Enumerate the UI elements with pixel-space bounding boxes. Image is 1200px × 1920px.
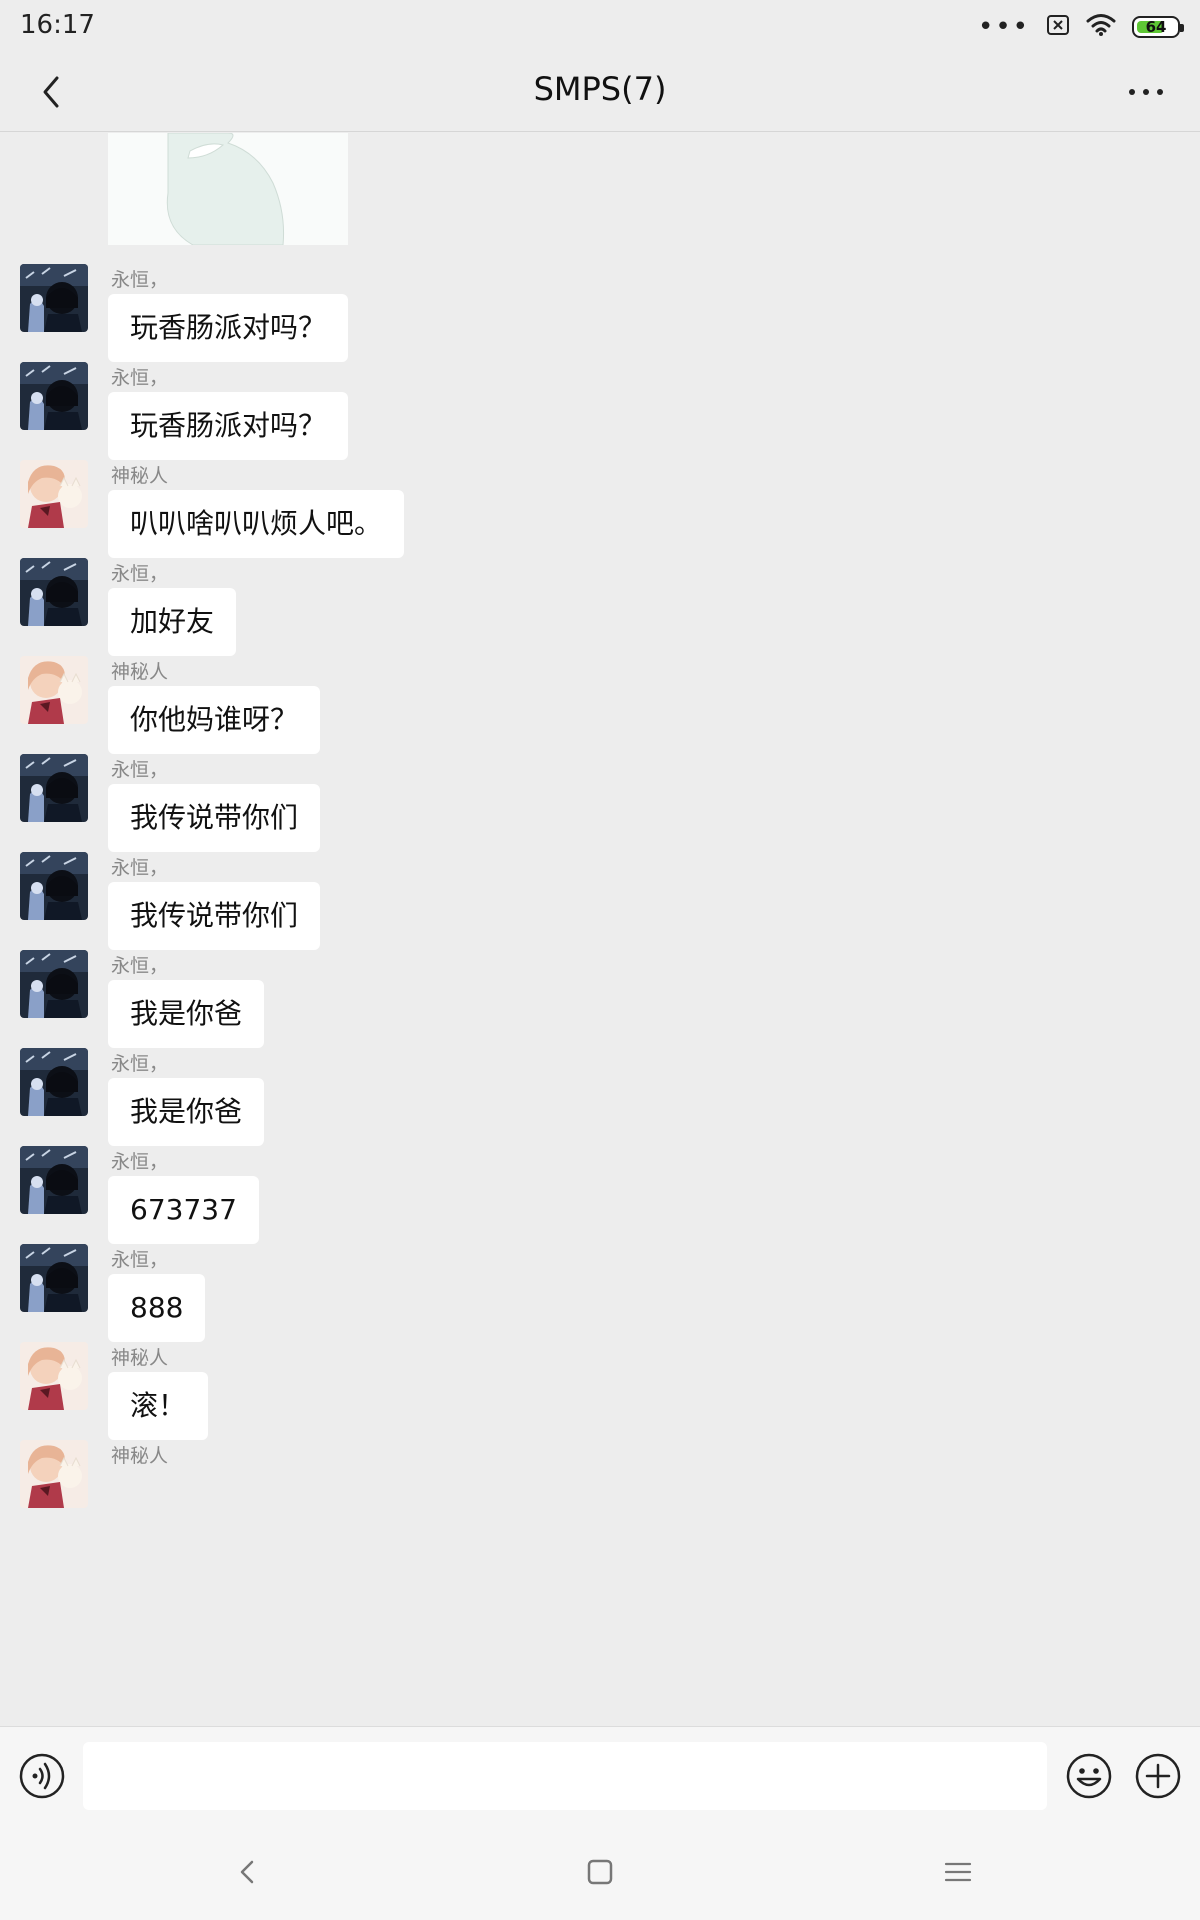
nav-home-button[interactable] (580, 1852, 620, 1892)
avatar-pink[interactable] (20, 1440, 88, 1508)
chat-title: SMPS(7) (533, 70, 667, 108)
sender-name: 永恒， (111, 759, 169, 781)
message-bubble[interactable]: 滚！ (108, 1372, 209, 1440)
sender-name: 永恒， (111, 563, 169, 585)
message-bubble[interactable]: 玩香肠派对吗？ (108, 294, 349, 362)
emoji-icon (1066, 1753, 1112, 1799)
message-bubble[interactable]: 673737 (108, 1176, 259, 1244)
message-input[interactable] (83, 1742, 1047, 1810)
more-dots-icon (1129, 89, 1163, 95)
message-bubble[interactable]: 我是你爸 (108, 980, 265, 1048)
nav-menu-icon (944, 1862, 972, 1882)
system-nav-bar (0, 1824, 1200, 1920)
title-bar: SMPS(7) (0, 52, 1200, 132)
battery-level: 64 (1145, 18, 1167, 36)
nav-back-button[interactable] (228, 1852, 268, 1892)
avatar-dark[interactable] (20, 1146, 88, 1214)
avatar-pink[interactable] (20, 460, 88, 528)
message-bubble[interactable]: 我传说带你们 (108, 882, 321, 950)
message-bubble[interactable]: 加好友 (108, 588, 237, 656)
sender-name: 永恒， (111, 1249, 169, 1271)
plus-icon (1135, 1753, 1181, 1799)
avatar-dark[interactable] (20, 950, 88, 1018)
avatar-dark[interactable] (20, 362, 88, 430)
sender-name: 神秘人 (111, 1445, 169, 1467)
status-time: 16:17 (20, 10, 95, 40)
sender-name: 永恒， (111, 367, 169, 389)
sender-name: 永恒， (111, 955, 169, 977)
sender-name: 永恒， (111, 857, 169, 879)
avatar-dark[interactable] (20, 558, 88, 626)
avatar-dark[interactable] (20, 1048, 88, 1116)
voice-icon (19, 1753, 65, 1799)
avatar-dark[interactable] (20, 852, 88, 920)
chat-screen: 16:17 ••• 64 SMPS(7) 永恒， 玩香肠派对吗？ 永恒， 玩香肠… (0, 0, 1200, 1920)
more-functions-button[interactable] (1134, 1752, 1182, 1800)
sender-name: 永恒， (111, 1151, 169, 1173)
previous-image-message[interactable] (108, 133, 348, 245)
message-bubble[interactable]: 我传说带你们 (108, 784, 321, 852)
avatar-dark[interactable] (20, 264, 88, 332)
input-bar (0, 1726, 1200, 1824)
status-icons: ••• 64 (977, 12, 1184, 42)
no-sim-icon (1046, 14, 1070, 40)
wifi-icon (1086, 13, 1116, 41)
nav-menu-button[interactable] (938, 1852, 978, 1892)
sender-name: 神秘人 (111, 661, 169, 683)
avatar-dark[interactable] (20, 1244, 88, 1312)
notification-dots-icon: ••• (977, 12, 1030, 42)
avatar-pink[interactable] (20, 656, 88, 724)
avatar-dark[interactable] (20, 754, 88, 822)
message-bubble[interactable]: 玩香肠派对吗？ (108, 392, 349, 460)
nav-home-icon (587, 1859, 613, 1885)
sender-name: 永恒， (111, 269, 169, 291)
message-bubble[interactable]: 888 (108, 1274, 206, 1342)
message-bubble[interactable]: 你他妈谁呀？ (108, 686, 321, 754)
status-bar: 16:17 ••• 64 (0, 0, 1200, 52)
message-row: 神秘人 (0, 1440, 1200, 1560)
image-thumbnail (108, 133, 348, 245)
battery-icon: 64 (1132, 16, 1184, 38)
message-bubble[interactable]: 我是你爸 (108, 1078, 265, 1146)
more-options-button[interactable] (1118, 68, 1174, 116)
nav-back-icon (240, 1860, 254, 1884)
voice-button[interactable] (18, 1752, 66, 1800)
sender-name: 永恒， (111, 1053, 169, 1075)
message-list[interactable]: 永恒， 玩香肠派对吗？ 永恒， 玩香肠派对吗？ 神秘人 叭叭啥叭叭烦人吧。 永恒， 加好友 神秘… (0, 133, 1200, 1726)
sender-name: 神秘人 (111, 465, 169, 487)
sender-name: 神秘人 (111, 1347, 169, 1369)
message-bubble[interactable]: 叭叭啥叭叭烦人吧。 (108, 490, 405, 558)
emoji-button[interactable] (1065, 1752, 1113, 1800)
avatar-pink[interactable] (20, 1342, 88, 1410)
